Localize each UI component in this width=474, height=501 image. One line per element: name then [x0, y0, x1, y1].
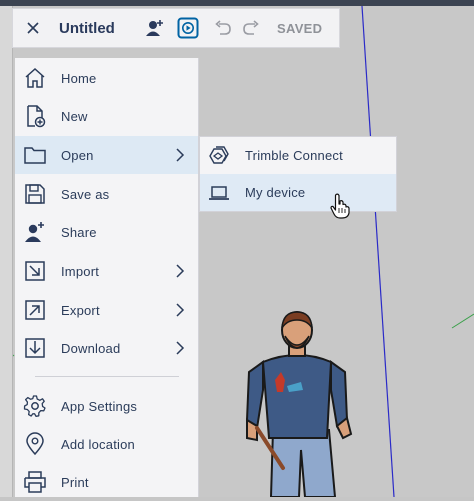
chevron-right-icon: [176, 148, 185, 162]
export-icon: [25, 300, 45, 320]
menu-item-label: Open: [61, 147, 94, 163]
menu-item-label: Add location: [61, 436, 135, 452]
menu-item-add-location[interactable]: Add location: [15, 425, 198, 463]
menu-item-label: Print: [61, 474, 89, 490]
download-icon: [25, 338, 45, 358]
top-toolbar: Untitled SAVED: [12, 8, 340, 48]
left-edge-bar: [0, 6, 13, 497]
menu-item-label: Download: [61, 340, 121, 356]
menu-item-export[interactable]: Export: [15, 291, 198, 329]
menu-item-app-settings[interactable]: App Settings: [15, 387, 198, 425]
folder-icon: [24, 147, 46, 164]
menu-item-label: Export: [61, 302, 100, 318]
menu-divider: [35, 376, 179, 377]
menu-item-open[interactable]: Open: [15, 136, 198, 174]
menu-item-save-as[interactable]: Save as: [15, 175, 198, 213]
menu-item-label: New: [61, 108, 88, 124]
menu-item-import[interactable]: Import: [15, 252, 198, 290]
chevron-right-icon: [176, 264, 185, 278]
menu-item-label: Home: [61, 70, 97, 86]
laptop-icon: [209, 186, 229, 200]
gear-icon: [23, 395, 46, 417]
menu-item-download[interactable]: Download: [15, 329, 198, 367]
menu-item-label: App Settings: [61, 398, 138, 414]
menu-item-label: Save as: [61, 186, 110, 202]
add-user-icon[interactable]: [141, 9, 169, 47]
present-icon[interactable]: [171, 9, 205, 47]
main-menu: Home New Open Save as Share Import Expor…: [15, 58, 199, 497]
location-pin-icon: [26, 432, 44, 456]
chevron-right-icon: [176, 303, 185, 317]
document-title[interactable]: Untitled: [59, 20, 137, 37]
submenu-item-label: My device: [245, 185, 306, 200]
scale-figure-person: [245, 311, 353, 497]
home-icon: [25, 67, 45, 88]
menu-item-label: Import: [61, 263, 100, 279]
trimble-connect-icon: [209, 146, 229, 164]
submenu-item-trimble-connect[interactable]: Trimble Connect: [200, 137, 396, 174]
menu-item-print[interactable]: Print: [15, 463, 198, 501]
close-icon[interactable]: [13, 9, 53, 47]
printer-icon: [24, 471, 46, 493]
share-user-icon: [25, 222, 44, 242]
undo-icon[interactable]: [209, 9, 237, 47]
chevron-right-icon: [176, 341, 185, 355]
hand-cursor-icon: [330, 193, 350, 219]
import-icon: [25, 261, 45, 281]
save-status: SAVED: [277, 20, 323, 36]
redo-icon[interactable]: [237, 9, 265, 47]
menu-item-new[interactable]: New: [15, 97, 198, 135]
menu-item-share[interactable]: Share: [15, 213, 198, 251]
submenu-item-label: Trimble Connect: [245, 148, 343, 163]
submenu-item-my-device[interactable]: My device: [200, 174, 396, 211]
menu-item-label: Share: [61, 224, 97, 240]
new-file-icon: [27, 105, 46, 128]
menu-item-home[interactable]: Home: [15, 59, 198, 97]
save-icon: [25, 184, 45, 204]
open-submenu: Trimble Connect My device: [199, 136, 397, 212]
